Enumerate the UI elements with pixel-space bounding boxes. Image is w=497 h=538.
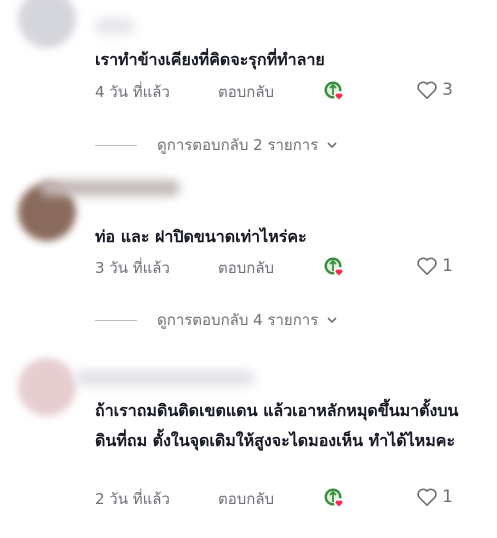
- comment-time: 3 วัน ที่แล้ว: [95, 259, 170, 277]
- username-blurred[interactable]: [75, 370, 255, 386]
- creator-liked-icon: [324, 488, 344, 508]
- comment-text: ถ้าเราถมดินติดเขตแดน แล้วเอาหลักหมุดขึ้น…: [95, 401, 459, 450]
- comment-text: เราทำข้างเคียงที่คิดจะรุกที่ทำลาย: [95, 50, 325, 69]
- heart-outline-icon: [417, 488, 437, 506]
- comment-meta: 4 วัน ที่แล้ว ตอบกลับ 3: [95, 80, 475, 102]
- comment-time: 4 วัน ที่แล้ว: [95, 83, 170, 101]
- like-button[interactable]: 1: [416, 487, 453, 507]
- comment-meta: 2 วัน ที่แล้ว ตอบกลับ 1: [95, 487, 475, 509]
- view-replies-button[interactable]: ดูการตอบกลับ 4 รายการ: [95, 310, 395, 330]
- reply-button[interactable]: ตอบกลับ: [218, 487, 274, 511]
- avatar[interactable]: [18, 0, 76, 48]
- view-replies-button[interactable]: ดูการตอบกลับ 2 รายการ: [95, 135, 395, 155]
- comment-time: 2 วัน ที่แล้ว: [95, 490, 170, 508]
- comment-meta: 3 วัน ที่แล้ว ตอบกลับ 1: [95, 256, 475, 278]
- reply-button[interactable]: ตอบกลับ: [218, 256, 274, 280]
- username-blurred[interactable]: [40, 180, 180, 196]
- username-blurred[interactable]: [95, 18, 135, 34]
- avatar[interactable]: [18, 358, 76, 416]
- creator-liked-icon: [324, 81, 344, 101]
- chevron-down-icon: [327, 317, 337, 324]
- like-button[interactable]: 1: [416, 256, 453, 276]
- divider: [95, 319, 137, 321]
- like-count: 1: [442, 487, 453, 507]
- view-replies-label: ดูการตอบกลับ 4 รายการ: [157, 311, 319, 329]
- heart-outline-icon: [417, 257, 437, 275]
- like-button[interactable]: 3: [416, 80, 453, 100]
- divider: [95, 144, 137, 146]
- reply-button[interactable]: ตอบกลับ: [218, 80, 274, 104]
- heart-outline-icon: [417, 81, 437, 99]
- chevron-down-icon: [327, 142, 337, 149]
- creator-liked-icon: [324, 257, 344, 277]
- like-count: 1: [442, 256, 453, 276]
- like-count: 3: [442, 80, 453, 100]
- comment-text: ท่อ และ ฝาปิดขนาดเท่าไหร่คะ: [95, 227, 307, 246]
- view-replies-label: ดูการตอบกลับ 2 รายการ: [157, 136, 319, 154]
